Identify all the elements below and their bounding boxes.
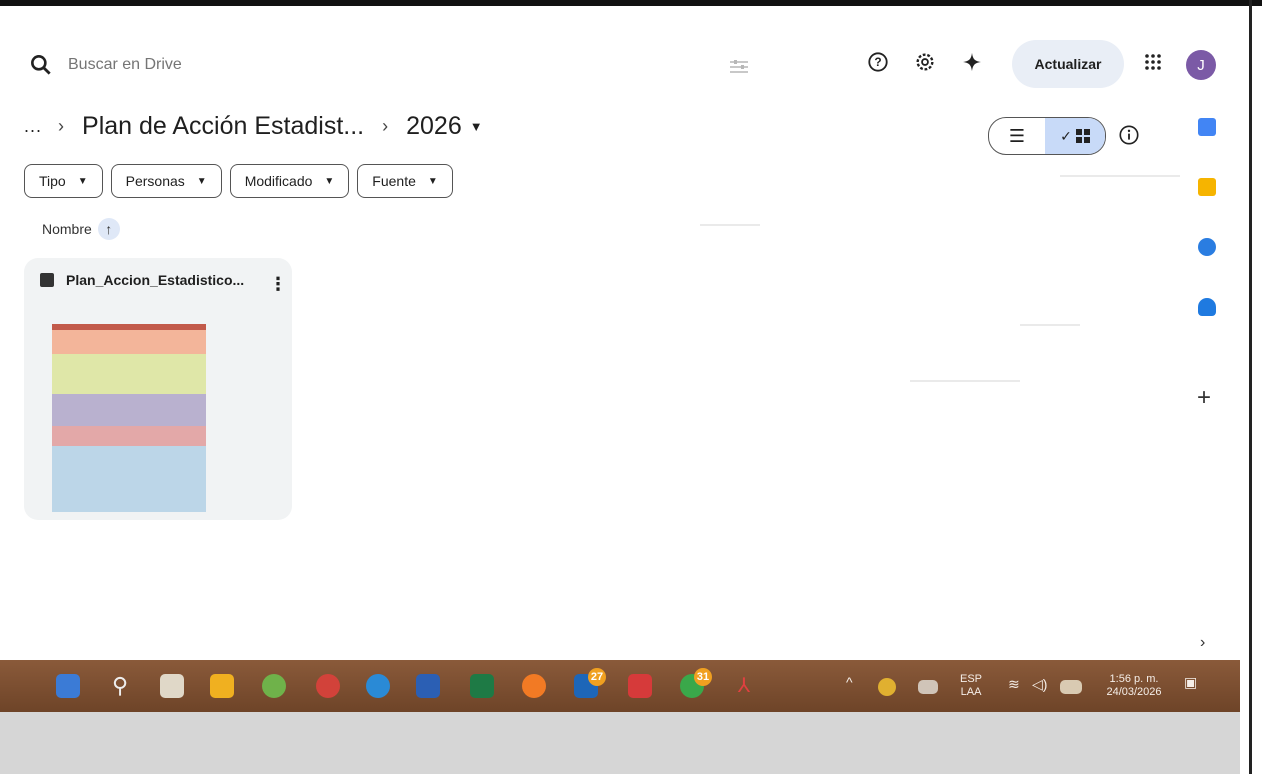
word-icon[interactable] (416, 674, 440, 698)
apps-grid-icon[interactable] (1141, 50, 1165, 74)
add-icon[interactable]: + (1197, 384, 1211, 412)
caret-down-icon: ▼ (427, 175, 438, 187)
outer-background (0, 712, 1240, 774)
tray-chevron-up-icon[interactable]: ^ (846, 675, 853, 689)
clock-date: 24/03/2026 (1106, 686, 1162, 698)
settings-icon[interactable] (913, 50, 937, 74)
breadcrumb-parent[interactable]: Plan de Acción Estadist... (82, 112, 364, 141)
chrome-icon[interactable] (316, 674, 340, 698)
chevron-right-icon[interactable]: › (1200, 634, 1205, 652)
excel-icon[interactable] (470, 674, 494, 698)
thumbnail-band (52, 394, 206, 426)
avatar-initial: J (1197, 56, 1205, 74)
photos-icon[interactable] (262, 674, 286, 698)
tray-app-icon[interactable] (878, 678, 896, 696)
file-explorer-icon[interactable] (210, 674, 234, 698)
faded-background-line (700, 224, 760, 226)
language-indicator[interactable]: ESP LAA (960, 673, 982, 699)
file-card[interactable]: Plan_Accion_Estadistico... ⋮ (24, 258, 292, 520)
file-name[interactable]: Plan_Accion_Estadistico... (66, 272, 244, 288)
thumbnail-band (52, 426, 206, 446)
contacts-icon[interactable] (1198, 298, 1216, 316)
start-icon[interactable] (56, 674, 80, 698)
filter-label: Tipo (39, 173, 66, 189)
caret-down-icon[interactable]: ▼ (470, 119, 483, 134)
faded-background-line (1060, 175, 1180, 177)
breadcrumb-current[interactable]: 2026 (406, 112, 462, 141)
filter-modified[interactable]: Modificado ▼ (229, 164, 350, 198)
breadcrumb-chevron-icon: › (58, 115, 65, 136)
firefox-icon[interactable] (522, 674, 546, 698)
search-options-icon[interactable] (727, 55, 751, 79)
filter-source[interactable]: Fuente ▼ (357, 164, 453, 198)
caret-down-icon: ▼ (77, 175, 88, 187)
filter-chips: Tipo ▼ Personas ▼ Modificado ▼ Fuente ▼ (24, 164, 453, 198)
list-view-button[interactable]: ☰ (989, 118, 1045, 154)
right-border (1249, 0, 1252, 774)
grid-view-button[interactable]: ✓ (1045, 118, 1105, 154)
list-view-icon: ☰ (1008, 125, 1026, 146)
thumbnail-band (52, 330, 206, 354)
filter-label: Personas (125, 173, 185, 189)
view-toggle: ☰ ✓ (988, 117, 1106, 155)
clock-time: 1:56 p. m. (1109, 673, 1159, 685)
youtube-icon[interactable] (628, 674, 652, 698)
search-icon[interactable]: ⚲ (108, 674, 132, 698)
keep-icon[interactable] (1198, 178, 1216, 196)
linkedin-badge: 27 (588, 668, 606, 686)
battery-icon[interactable] (1060, 680, 1082, 694)
edge-icon[interactable] (366, 674, 390, 698)
caret-down-icon: ▼ (196, 175, 207, 187)
filter-people[interactable]: Personas ▼ (110, 164, 222, 198)
help-icon[interactable]: ? (866, 50, 890, 74)
breadcrumb-more[interactable]: ... (24, 116, 42, 137)
faded-background-line (910, 380, 1020, 382)
calendar-icon[interactable] (1198, 118, 1216, 136)
thumbnail-band (52, 354, 206, 394)
check-icon: ✓ (1060, 127, 1072, 144)
spreadsheet-icon (40, 273, 54, 287)
grid-view-icon (1075, 129, 1090, 143)
caret-down-icon: ▼ (324, 175, 335, 187)
language-line: ESP (960, 673, 983, 685)
volume-icon[interactable]: ◁) (1032, 677, 1047, 691)
taskbar: ⚲ 27 31 ⅄ ^ ESP LAA ≋ ◁) 1:56 p. m. 24/0… (0, 660, 1240, 712)
tasks-icon[interactable] (1198, 238, 1216, 256)
file-thumbnail[interactable] (52, 324, 206, 512)
more-vert-icon[interactable]: ⋮ (269, 274, 287, 295)
keyboard-icon[interactable] (918, 680, 938, 694)
wifi-icon[interactable]: ≋ (1008, 677, 1020, 691)
filter-label: Modificado (244, 173, 313, 189)
arrow-up-icon[interactable]: ↑ (97, 218, 120, 240)
acrobat-icon[interactable]: ⅄ (732, 674, 756, 698)
notifications-icon[interactable]: ▣ (1184, 675, 1197, 689)
top-border (0, 0, 1262, 6)
filter-type[interactable]: Tipo ▼ (24, 164, 103, 198)
clock[interactable]: 1:56 p. m. 24/03/2026 (1104, 673, 1164, 699)
svg-text:?: ? (874, 55, 881, 69)
update-button[interactable]: Actualizar (1012, 40, 1124, 88)
task-view-icon[interactable] (160, 674, 184, 698)
file-card-header: Plan_Accion_Estadistico... (40, 272, 244, 288)
breadcrumb: ... › Plan de Acción Estadist... › 2026 … (24, 108, 483, 144)
thumbnail-band (52, 446, 206, 512)
sort-by-name[interactable]: Nombre ↑ (42, 218, 120, 240)
breadcrumb-chevron-icon: › (382, 115, 389, 136)
filter-label: Fuente (372, 173, 416, 189)
sort-label: Nombre (42, 221, 92, 237)
info-icon[interactable] (1118, 124, 1140, 146)
faded-background-line (1020, 324, 1080, 326)
search-bar[interactable] (18, 40, 758, 90)
search-icon[interactable] (28, 52, 54, 78)
language-line: LAA (960, 686, 982, 698)
avatar[interactable]: J (1186, 50, 1216, 80)
search-input[interactable] (66, 55, 670, 75)
gemini-icon[interactable] (960, 50, 984, 74)
side-panel: + › (1182, 100, 1232, 670)
whatsapp-badge: 31 (694, 668, 712, 686)
